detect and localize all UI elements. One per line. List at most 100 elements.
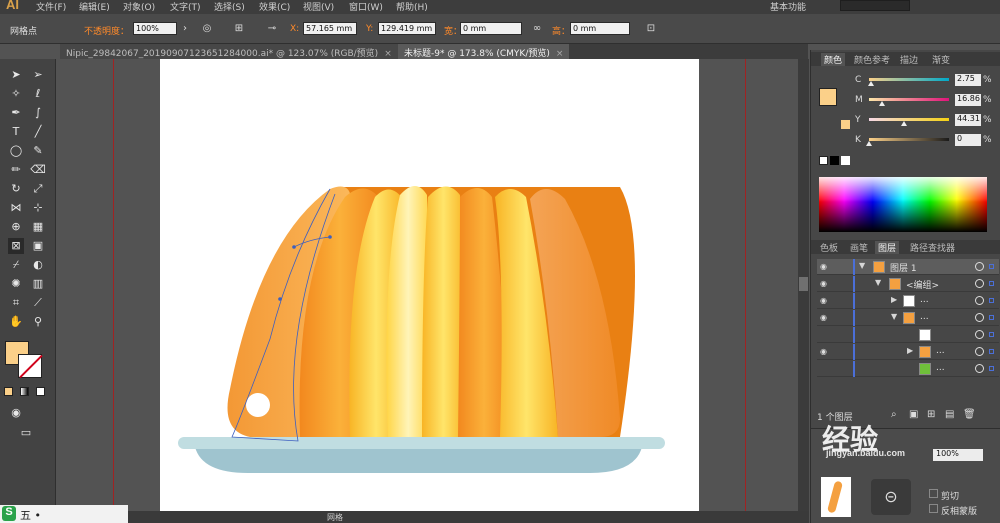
link-icon[interactable]: ∞ <box>530 22 544 35</box>
tab-swatches[interactable]: 色板 <box>817 241 841 254</box>
layer-row[interactable] <box>817 327 999 343</box>
blend-icon[interactable]: ◐ <box>30 257 46 273</box>
new-sublayer-icon[interactable]: ⊞ <box>927 409 935 420</box>
tab-layers[interactable]: 图层 <box>875 241 900 254</box>
layer-row[interactable]: ◉ ▼ 图层 1 <box>817 259 999 275</box>
menu-effect[interactable]: 效果(C) <box>259 0 290 13</box>
slider-knob[interactable] <box>868 81 875 86</box>
chevron-down-icon[interactable]: ▼ <box>859 261 865 270</box>
pen-icon[interactable]: ✒ <box>8 105 24 121</box>
gradient-icon[interactable]: ▣ <box>30 238 46 254</box>
slider-yellow[interactable]: Y 44.31 % <box>811 112 1000 130</box>
opacity-field[interactable]: 100% <box>133 22 177 35</box>
eraser-icon[interactable]: ⌫ <box>30 162 46 178</box>
ime-text[interactable]: 五 • <box>20 507 41 523</box>
free-transform-icon[interactable]: ⊹ <box>30 200 46 216</box>
selection-indicator[interactable] <box>989 349 994 354</box>
channel-value[interactable]: 16.86 <box>955 94 981 106</box>
perspective-icon[interactable]: ▦ <box>30 219 46 235</box>
none-mode-swatch[interactable] <box>36 387 45 396</box>
trash-icon[interactable]: 🗑 <box>963 409 976 420</box>
slider-black[interactable]: K 0 % <box>811 132 1000 150</box>
close-icon[interactable]: × <box>384 49 392 59</box>
color-mode-swatch[interactable] <box>4 387 13 396</box>
eye-icon[interactable]: ◉ <box>820 347 827 356</box>
tab-brushes[interactable]: 画笔 <box>847 241 871 254</box>
x-field[interactable]: 57.165 mm <box>303 22 357 35</box>
gradient-mode-swatch[interactable] <box>20 387 29 396</box>
layer-row[interactable]: ◉ ▶ ... <box>817 293 999 309</box>
layer-row[interactable]: ... <box>817 361 999 377</box>
selection-indicator[interactable] <box>989 332 994 337</box>
direct-selection-tool-icon[interactable]: ➢ <box>30 67 46 83</box>
slider-knob[interactable] <box>866 141 872 146</box>
scroll-thumb[interactable] <box>799 277 808 291</box>
menu-file[interactable]: 文件(F) <box>36 0 66 13</box>
menu-view[interactable]: 视图(V) <box>303 0 334 13</box>
y-field[interactable]: 129.419 mm <box>378 22 436 35</box>
target-icon[interactable] <box>975 296 984 305</box>
new-layer-icon[interactable]: ▤ <box>945 409 954 420</box>
width-field[interactable]: 0 mm <box>460 22 522 35</box>
white-swatch[interactable] <box>841 156 850 165</box>
draw-mode-icon[interactable]: ◉ <box>8 405 24 421</box>
transform-icon[interactable]: ⊞ <box>232 22 246 35</box>
none-swatch[interactable] <box>819 156 828 165</box>
eye-icon[interactable]: ◉ <box>820 313 827 322</box>
isolate-icon[interactable]: ⊡ <box>644 22 658 35</box>
align-icon[interactable]: ⊸ <box>265 22 279 35</box>
eye-icon[interactable]: ◉ <box>820 279 827 288</box>
selection-indicator[interactable] <box>989 366 994 371</box>
clipping-mask-icon[interactable]: ▣ <box>909 409 918 420</box>
chevron-right-icon[interactable]: ▶ <box>891 295 897 304</box>
shape-builder-icon[interactable]: ⊕ <box>8 219 24 235</box>
scale-icon[interactable]: ⤢ <box>30 181 46 197</box>
layer-row[interactable]: ◉ ▼ ... <box>817 310 999 326</box>
lasso-icon[interactable]: ℓ <box>30 86 46 102</box>
menu-window[interactable]: 窗口(W) <box>349 0 383 13</box>
layer-name[interactable]: ... <box>936 346 945 356</box>
menu-type[interactable]: 文字(T) <box>170 0 201 13</box>
canvas[interactable] <box>57 59 798 511</box>
mask-thumbnail[interactable] <box>821 477 851 517</box>
chevron-right-icon[interactable]: ▶ <box>907 346 913 355</box>
tab-stroke[interactable]: 描边 <box>897 53 921 66</box>
layer-name[interactable]: ... <box>936 363 945 373</box>
ime-logo[interactable]: S <box>2 506 16 521</box>
target-icon[interactable] <box>975 364 984 373</box>
channel-track[interactable] <box>869 118 949 121</box>
type-icon[interactable]: T <box>8 124 24 140</box>
height-field[interactable]: 0 mm <box>570 22 630 35</box>
opacity-label[interactable]: 不透明度： <box>84 24 129 37</box>
target-icon[interactable] <box>975 279 984 288</box>
hand-icon[interactable]: ✋ <box>8 314 24 330</box>
selection-indicator[interactable] <box>989 281 994 286</box>
chevron-down-icon[interactable]: ▼ <box>875 278 881 287</box>
zoom-icon[interactable]: ⚲ <box>30 314 46 330</box>
artboard[interactable] <box>160 59 699 511</box>
mesh-icon[interactable]: ⊠ <box>8 238 24 254</box>
jelly-artwork[interactable] <box>160 59 699 511</box>
search-input[interactable] <box>840 0 910 11</box>
channel-value[interactable]: 2.75 <box>955 74 981 86</box>
recolor-icon[interactable]: ◎ <box>200 22 214 35</box>
transparency-opacity[interactable]: 100% <box>933 449 983 461</box>
target-icon[interactable] <box>975 313 984 322</box>
channel-track[interactable] <box>869 78 949 81</box>
rotate-icon[interactable]: ↻ <box>8 181 24 197</box>
close-icon[interactable]: × <box>556 49 564 59</box>
symbol-sprayer-icon[interactable]: ✺ <box>8 276 24 292</box>
black-swatch[interactable] <box>830 156 839 165</box>
slider-knob[interactable] <box>901 121 908 126</box>
selection-indicator[interactable] <box>989 264 994 269</box>
layer-name[interactable]: <编组> <box>906 278 939 291</box>
locate-object-icon[interactable]: ⌕ <box>891 409 897 420</box>
chevron-right-icon[interactable]: › <box>178 22 192 35</box>
layer-name[interactable]: ... <box>920 295 929 305</box>
target-icon[interactable] <box>975 262 984 271</box>
channel-value[interactable]: 0 <box>955 134 981 146</box>
selection-indicator[interactable] <box>989 315 994 320</box>
layer-name[interactable]: 图层 1 <box>890 261 917 274</box>
selection-indicator[interactable] <box>989 298 994 303</box>
target-icon[interactable] <box>975 347 984 356</box>
